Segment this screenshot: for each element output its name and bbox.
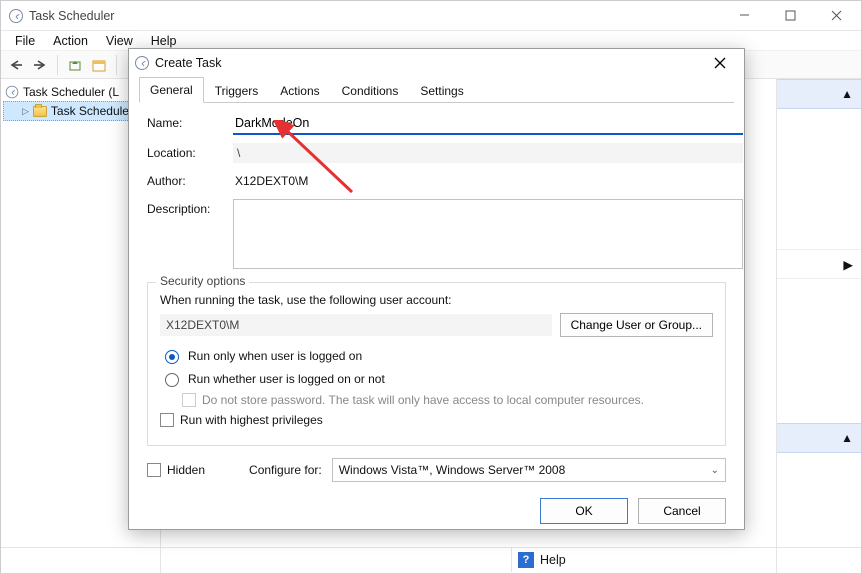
- menu-help[interactable]: Help: [143, 32, 185, 50]
- checkbox-disabled-icon: [182, 393, 196, 407]
- radio-logged-on-label: Run only when user is logged on: [188, 349, 362, 363]
- chevron-up-icon: ▲: [841, 87, 853, 101]
- configure-for-select[interactable]: Windows Vista™, Windows Server™ 2008 ⌄: [332, 458, 726, 482]
- configure-for-label: Configure for:: [249, 463, 322, 477]
- radio-logged-on-input[interactable]: [165, 350, 179, 364]
- configure-for-value: Windows Vista™, Windows Server™ 2008: [339, 463, 566, 477]
- clock-icon: [6, 86, 19, 99]
- sidebar-section[interactable]: ▲: [777, 79, 861, 109]
- dialog-title: Create Task: [155, 56, 221, 70]
- radio-logged-or-not-label: Run whether user is logged on or not: [188, 372, 385, 386]
- tab-general[interactable]: General: [139, 77, 204, 103]
- menu-action[interactable]: Action: [45, 32, 96, 50]
- security-options-group: Security options When running the task, …: [147, 282, 726, 446]
- maximize-button[interactable]: [767, 1, 813, 31]
- status-help-label: Help: [540, 553, 566, 567]
- description-label: Description:: [147, 199, 227, 216]
- tree-library-label: Task Schedule: [51, 104, 129, 118]
- hidden-checkbox[interactable]: Hidden: [147, 463, 205, 477]
- dialog-buttons: OK Cancel: [129, 488, 744, 524]
- tree-root-label: Task Scheduler (L: [23, 85, 119, 99]
- minimize-button[interactable]: [721, 1, 767, 31]
- general-form: Name: Location: \ Author: X12DEXT0\M Des…: [129, 103, 744, 276]
- clock-icon: [135, 56, 149, 70]
- tab-conditions[interactable]: Conditions: [331, 78, 410, 103]
- radio-logged-or-not[interactable]: Run whether user is logged on or not: [160, 370, 713, 387]
- chevron-right-icon: ▶: [843, 257, 853, 272]
- user-account-value: X12DEXT0\M: [160, 314, 552, 336]
- hidden-label: Hidden: [167, 463, 205, 477]
- highest-privileges-label: Run with highest privileges: [180, 413, 323, 427]
- titlebar: Task Scheduler: [1, 1, 861, 31]
- up-button[interactable]: [64, 54, 86, 76]
- no-store-password-label: Do not store password. The task will onl…: [202, 393, 644, 407]
- dialog-close-button[interactable]: [702, 50, 738, 76]
- folder-icon: [33, 106, 47, 117]
- clock-icon: [9, 9, 23, 23]
- dialog-tabs: General Triggers Actions Conditions Sett…: [129, 77, 744, 102]
- dialog-titlebar[interactable]: Create Task: [129, 49, 744, 77]
- change-user-button[interactable]: Change User or Group...: [560, 313, 713, 337]
- window-title: Task Scheduler: [29, 9, 114, 23]
- status-help[interactable]: ? Help: [511, 548, 861, 572]
- tab-settings[interactable]: Settings: [409, 78, 474, 103]
- author-label: Author:: [147, 171, 227, 188]
- statusbar: ? Help: [1, 547, 861, 572]
- window-controls: [721, 1, 859, 31]
- menu-file[interactable]: File: [7, 32, 43, 50]
- security-prompt: When running the task, use the following…: [160, 293, 713, 307]
- close-button[interactable]: [813, 1, 859, 31]
- tab-actions[interactable]: Actions: [269, 78, 330, 103]
- radio-logged-on[interactable]: Run only when user is logged on: [160, 347, 713, 364]
- create-task-dialog: Create Task General Triggers Actions Con…: [128, 48, 745, 530]
- description-input[interactable]: [233, 199, 743, 269]
- ok-button[interactable]: OK: [540, 498, 628, 524]
- location-label: Location:: [147, 143, 227, 160]
- bottom-row: Hidden Configure for: Windows Vista™, Wi…: [129, 452, 744, 488]
- menu-view[interactable]: View: [98, 32, 141, 50]
- sidebar-section[interactable]: ▶: [777, 249, 861, 279]
- cancel-button[interactable]: Cancel: [638, 498, 726, 524]
- back-button[interactable]: [5, 54, 27, 76]
- checkbox-icon[interactable]: [160, 413, 174, 427]
- name-input[interactable]: [233, 113, 743, 135]
- forward-button[interactable]: [29, 54, 51, 76]
- name-label: Name:: [147, 113, 227, 130]
- no-store-password: Do not store password. The task will onl…: [182, 393, 713, 407]
- calendar-icon[interactable]: [88, 54, 110, 76]
- radio-logged-or-not-input[interactable]: [165, 373, 179, 387]
- checkbox-icon[interactable]: [147, 463, 161, 477]
- sidebar-section[interactable]: ▲: [777, 423, 861, 453]
- chevron-down-icon: ⌄: [711, 465, 719, 476]
- location-value: \: [233, 143, 743, 163]
- security-legend: Security options: [156, 274, 249, 288]
- tab-triggers[interactable]: Triggers: [204, 78, 270, 103]
- help-icon: ?: [518, 552, 534, 568]
- chevron-up-icon: ▲: [841, 431, 853, 445]
- actions-sidebar: ▲ ▶ ▲: [776, 79, 861, 573]
- highest-privileges[interactable]: Run with highest privileges: [160, 413, 713, 427]
- author-value: X12DEXT0\M: [233, 171, 743, 191]
